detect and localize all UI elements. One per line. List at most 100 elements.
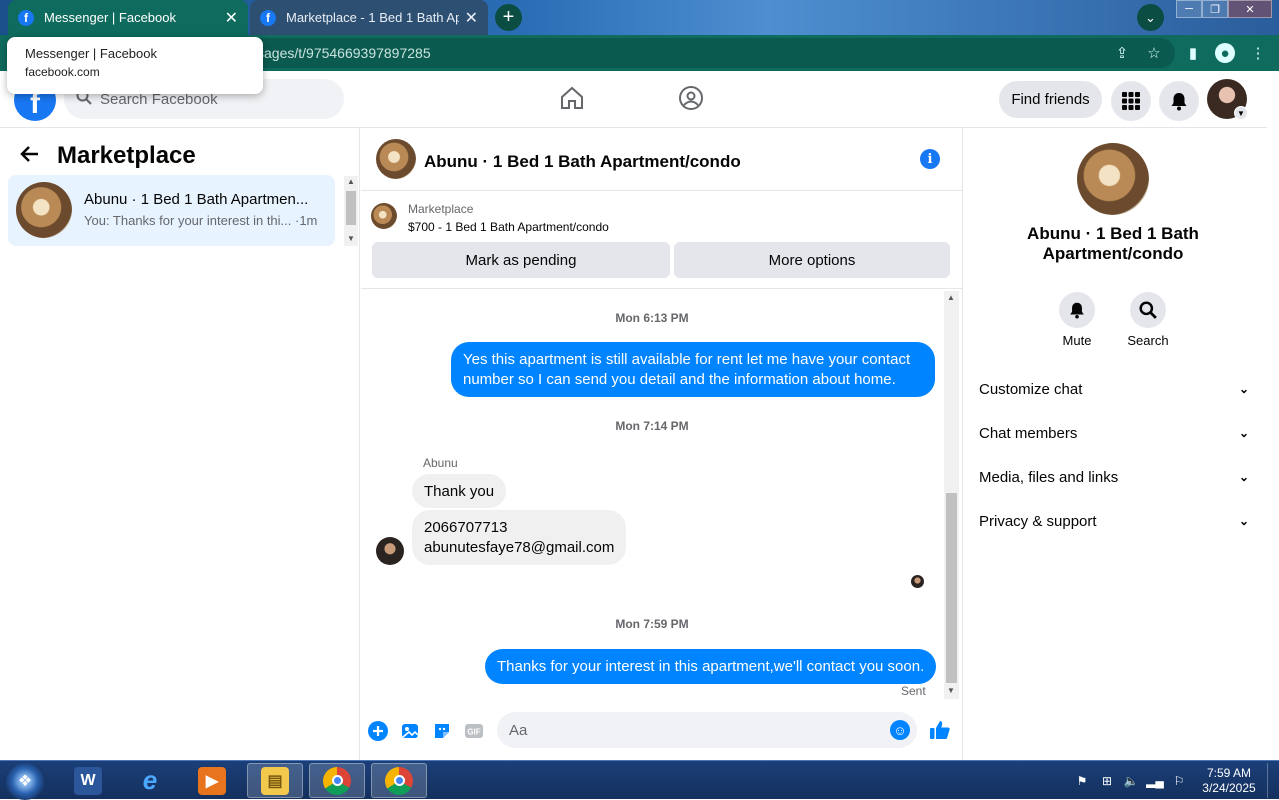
clock-date: 3/24/2025	[1202, 781, 1256, 795]
outgoing-message[interactable]: Yes this apartment is still available fo…	[451, 342, 935, 397]
side-panel-icon[interactable]: ▮	[1183, 43, 1203, 63]
taskbar-clock[interactable]: 7:59 AM 3/24/2025	[1196, 766, 1262, 796]
scroll-up-icon[interactable]: ▲	[947, 293, 955, 302]
tab-search-button[interactable]: ⌄	[1137, 4, 1164, 31]
conversation-snippet: You: Thanks for your interest in thi... …	[84, 213, 318, 228]
start-button-windows-icon[interactable]: ❖	[4, 762, 46, 800]
sender-name: Abunu	[423, 456, 458, 470]
section-chat-members[interactable]: Chat members ⌄	[979, 421, 1249, 445]
tray-volume-icon[interactable]: 🔈	[1123, 773, 1139, 789]
windows-taskbar: ❖ W e ▶ ▤ ⚑ ⊞ 🔈 ▂▄ ⚐ 7:59 AM 3/24/2025	[0, 760, 1279, 800]
maximize-button[interactable]: ❐	[1202, 0, 1228, 18]
tab-title: Marketplace - 1 Bed 1 Bath Apartment/con…	[286, 10, 459, 25]
bookmark-star-icon[interactable]: ☆	[1144, 43, 1164, 63]
info-icon[interactable]: i	[920, 149, 940, 169]
groups-icon[interactable]	[676, 83, 706, 113]
new-tab-button[interactable]: +	[495, 4, 522, 31]
menu-grid-icon[interactable]	[1111, 81, 1151, 121]
tray-network-icon[interactable]: ⊞	[1099, 773, 1115, 789]
close-window-button[interactable]: ✕	[1228, 0, 1272, 18]
taskbar-internet-explorer-icon[interactable]: e	[122, 763, 178, 798]
chevron-down-icon: ⌄	[1238, 426, 1249, 440]
marketplace-title: Marketplace	[57, 142, 196, 169]
message-input[interactable]: Aa	[497, 712, 917, 748]
find-friends-button[interactable]: Find friends	[999, 81, 1102, 118]
like-thumbs-up-icon[interactable]	[929, 719, 951, 741]
listing-thumbnail	[16, 182, 72, 238]
taskbar-file-explorer-icon[interactable]: ▤	[247, 763, 303, 798]
chevron-down-icon: ⌄	[1238, 470, 1249, 484]
section-label: Privacy & support	[979, 512, 1097, 530]
scroll-down-icon[interactable]: ▼	[347, 234, 355, 243]
close-tab-icon[interactable]: ✕	[465, 8, 478, 28]
taskbar-chrome-profile-icon[interactable]	[309, 763, 365, 798]
browser-titlebar: f Messenger | Facebook ✕ f Marketplace -…	[0, 0, 1279, 35]
taskbar-chrome-icon[interactable]	[371, 763, 427, 798]
listing-photo[interactable]	[1077, 143, 1149, 215]
menu-kebab-icon[interactable]: ⋮	[1248, 43, 1268, 63]
outgoing-message[interactable]: Thanks for your interest in this apartme…	[485, 649, 937, 684]
details-title: Abunu · 1 Bed 1 Bath Apartment/condo	[1027, 224, 1199, 263]
tooltip-title: Messenger | Facebook	[25, 46, 157, 61]
chat-header: Abunu · 1 Bed 1 Bath Apartment/condo i	[361, 128, 962, 191]
chevron-down-icon[interactable]: ▼	[1234, 106, 1248, 120]
facebook-favicon-icon: f	[260, 9, 276, 26]
message-status: Sent	[901, 684, 926, 698]
scrollbar-thumb[interactable]	[946, 493, 957, 683]
conversation-list-panel: Marketplace Abunu · 1 Bed 1 Bath Apartme…	[0, 128, 360, 760]
photo-icon[interactable]	[400, 721, 420, 741]
section-media-files-links[interactable]: Media, files and links ⌄	[979, 465, 1249, 489]
tab-messenger[interactable]: f Messenger | Facebook ✕	[8, 0, 248, 35]
section-customize-chat[interactable]: Customize chat ⌄	[979, 377, 1249, 401]
close-tab-icon[interactable]: ✕	[225, 8, 238, 28]
incoming-message[interactable]: 2066707713 abunutesfaye78@gmail.com	[412, 510, 627, 565]
tray-action-center-icon[interactable]: ⚐	[1171, 773, 1187, 789]
section-label: Media, files and links	[979, 468, 1119, 486]
message-timestamp: Mon 6:13 PM	[615, 311, 689, 325]
svg-text:GIF: GIF	[467, 728, 480, 737]
taskbar-word-icon[interactable]: W	[60, 763, 116, 798]
mark-as-pending-button[interactable]: Mark as pending	[372, 242, 670, 278]
sticker-icon[interactable]	[432, 721, 452, 741]
tab-marketplace[interactable]: f Marketplace - 1 Bed 1 Bath Apartment/c…	[250, 0, 488, 35]
notifications-bell-icon[interactable]	[1159, 81, 1199, 121]
incoming-message[interactable]: Thank you	[412, 474, 507, 508]
home-icon[interactable]	[557, 83, 587, 113]
scroll-up-icon[interactable]: ▲	[347, 177, 355, 186]
listing-thumbnail[interactable]	[371, 203, 397, 229]
message-line: 2066707713	[424, 519, 508, 536]
tray-flag-icon[interactable]: ⚑	[1074, 773, 1090, 789]
taskbar-media-player-icon[interactable]: ▶	[184, 763, 240, 798]
minimize-button[interactable]: ─	[1176, 0, 1202, 18]
section-label: Chat members	[979, 424, 1078, 442]
sender-avatar[interactable]	[376, 537, 404, 565]
gif-icon[interactable]: GIF	[464, 721, 484, 741]
scroll-down-icon[interactable]: ▼	[947, 686, 955, 695]
section-label: Customize chat	[979, 380, 1083, 398]
listing-source: Marketplace	[408, 202, 474, 216]
search-label: Search	[1127, 333, 1169, 348]
add-plus-icon[interactable]	[368, 721, 388, 741]
chat-scrollbar[interactable]: ▲ ▼	[944, 291, 959, 699]
tab-hover-card: Messenger | Facebook facebook.com	[7, 37, 263, 94]
search-icon[interactable]	[1130, 292, 1166, 328]
chat-title[interactable]: Abunu · 1 Bed 1 Bath Apartment/condo	[424, 152, 741, 172]
emoji-icon[interactable]: ☺	[890, 720, 910, 740]
conversation-item[interactable]: Abunu · 1 Bed 1 Bath Apartmen... You: Th…	[8, 175, 335, 246]
message-timestamp: Mon 7:14 PM	[615, 419, 689, 433]
conversation-list-scrollbar[interactable]: ▲ ▼	[344, 176, 358, 246]
profile-icon[interactable]: ●	[1215, 43, 1235, 63]
listing-price-title[interactable]: $700 - 1 Bed 1 Bath Apartment/condo	[408, 220, 609, 234]
show-desktop-button[interactable]	[1267, 763, 1277, 798]
chat-thumbnail[interactable]	[376, 139, 416, 179]
scrollbar-thumb[interactable]	[346, 191, 356, 225]
section-privacy-support[interactable]: Privacy & support ⌄	[979, 509, 1249, 533]
chevron-down-icon: ⌄	[1238, 514, 1249, 528]
mute-bell-icon[interactable]	[1059, 292, 1095, 328]
share-icon[interactable]: ⇪	[1112, 43, 1132, 63]
page-scrollbar[interactable]	[1267, 71, 1279, 760]
tray-signal-icon[interactable]: ▂▄	[1146, 773, 1164, 789]
more-options-button[interactable]: More options	[674, 242, 950, 278]
address-bar[interactable]: sages/t/9754669397897285	[245, 38, 1175, 68]
back-arrow-icon[interactable]	[20, 144, 40, 170]
